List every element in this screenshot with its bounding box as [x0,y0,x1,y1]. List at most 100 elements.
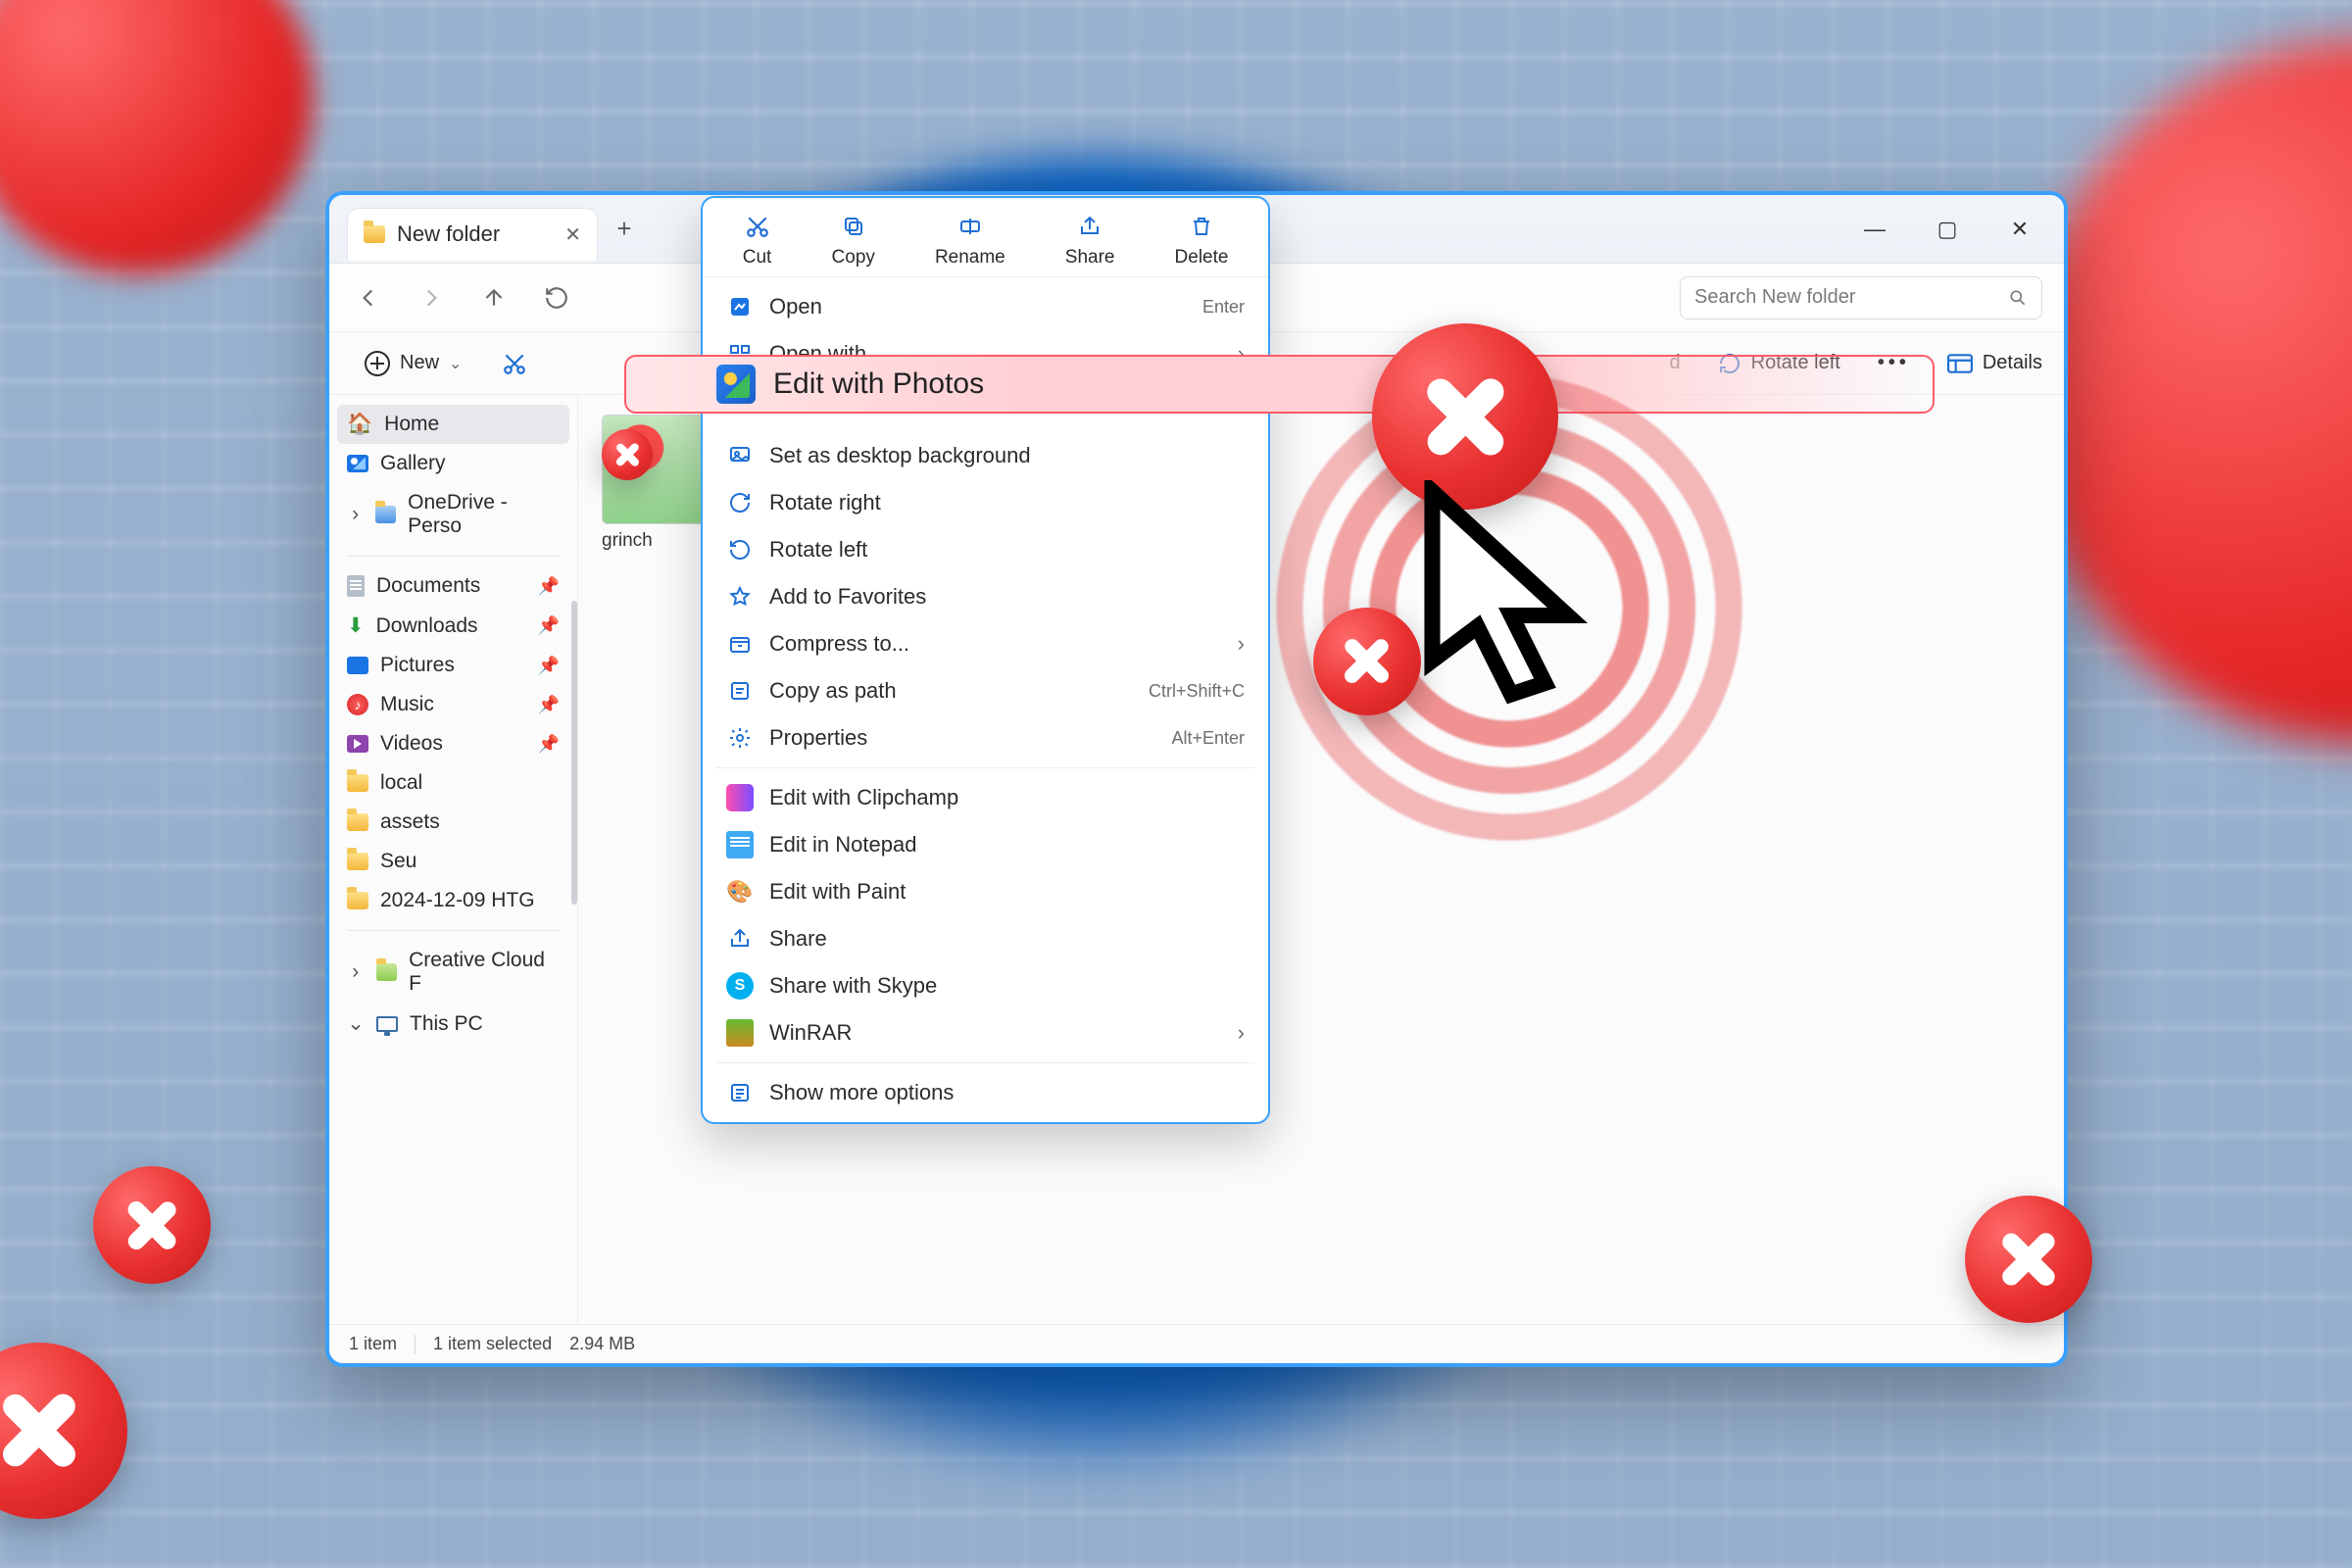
forward-button[interactable] [414,280,449,316]
ctx-rename-button[interactable]: Rename [935,212,1005,269]
archive-icon [726,630,754,658]
ctx-paint[interactable]: 🎨 Edit with Paint [703,868,1268,915]
ctx-winrar[interactable]: WinRAR › [703,1009,1268,1056]
tab-close-button[interactable]: ✕ [564,222,581,247]
ctx-compress[interactable]: Compress to... › [703,620,1268,667]
ctx-add-favorites[interactable]: Add to Favorites [703,573,1268,620]
pin-icon[interactable]: 📌 [538,576,560,597]
notepad-icon [726,831,754,858]
context-menu-quick-actions: Cut Copy Rename Share Delete [703,198,1268,277]
sidebar-item-label: Seu [380,850,416,873]
paint-icon: 🎨 [726,878,754,906]
details-view-button[interactable]: Details [1947,352,2042,374]
ctx-label: Copy [832,247,875,269]
details-label: Details [1983,352,2042,374]
pin-icon[interactable]: 📌 [538,615,560,636]
ctx-share2[interactable]: Share [703,915,1268,962]
window-tab[interactable]: New folder ✕ [347,208,598,261]
sidebar-item-pictures[interactable]: Pictures 📌 [329,646,577,685]
close-button[interactable]: ✕ [1984,200,2056,259]
ctx-item-label: Edit with Photos [773,368,984,401]
scissors-icon [743,212,772,241]
rotate-right-icon [726,489,754,516]
sidebar-item-documents[interactable]: Documents 📌 [329,566,577,606]
sidebar-item-gallery[interactable]: Gallery [329,444,577,483]
pin-icon[interactable]: 📌 [538,734,560,755]
ctx-item-label: Set as desktop background [769,443,1031,468]
ctx-open[interactable]: Open Enter [703,283,1268,330]
ctx-item-label: Properties [769,725,867,751]
sidebar-item-label: assets [380,810,440,834]
ctx-clipchamp[interactable]: Edit with Clipchamp [703,774,1268,821]
chevron-right-icon[interactable]: › [347,503,364,526]
chevron-right-icon[interactable]: › [347,960,365,984]
share-icon [726,925,754,953]
ctx-properties[interactable]: Properties Alt+Enter [703,714,1268,761]
ctx-notepad[interactable]: Edit in Notepad [703,821,1268,868]
up-button[interactable] [476,280,512,316]
sidebar-item-music[interactable]: ♪ Music 📌 [329,685,577,724]
cut-button[interactable] [497,346,532,381]
maximize-button[interactable]: ▢ [1911,200,1984,259]
back-button[interactable] [351,280,386,316]
sidebar-item-assets[interactable]: assets [329,803,577,842]
sidebar-divider [347,556,560,557]
ctx-item-label: Compress to... [769,631,909,657]
sidebar-item-label: Home [384,413,439,436]
home-icon: 🏠 [347,413,372,436]
desktop-background-icon [726,442,754,469]
sidebar-item-label: Gallery [380,452,446,475]
sidebar-item-this-pc[interactable]: ⌄ This PC [329,1004,577,1044]
new-label: New [400,352,439,374]
pin-icon[interactable]: 📌 [538,695,560,715]
sidebar-item-videos[interactable]: Videos 📌 [329,724,577,763]
new-tab-button[interactable]: + [608,213,641,246]
sidebar-divider [347,930,560,931]
sidebar-item-onedrive[interactable]: › OneDrive - Perso [329,483,577,546]
folder-icon [347,892,368,909]
ctx-delete-button[interactable]: Delete [1175,212,1229,269]
ctx-copy-button[interactable]: Copy [832,212,875,269]
error-badge-icon [602,429,653,480]
ctx-skype[interactable]: S Share with Skype [703,962,1268,1009]
folder-icon [347,853,368,870]
rotate-left-icon [726,536,754,564]
ctx-cut-button[interactable]: Cut [743,212,772,269]
pin-icon[interactable]: 📌 [538,656,560,676]
sidebar-item-dated-folder[interactable]: 2024-12-09 HTG [329,881,577,920]
new-button[interactable]: New ⌄ [351,345,475,382]
ctx-set-background[interactable]: Set as desktop background [703,432,1268,479]
ctx-item-label: Rotate right [769,490,881,515]
sidebar-item-home[interactable]: 🏠 Home [337,405,569,444]
pictures-icon [347,657,368,674]
ctx-item-label: Edit with Paint [769,879,906,905]
ctx-edit-with-photos[interactable]: Edit with Photos [624,355,1935,414]
sidebar-item-creative-cloud[interactable]: › Creative Cloud F [329,941,577,1004]
ctx-rotate-left[interactable]: Rotate left [703,526,1268,573]
chevron-down-icon[interactable]: ⌄ [347,1011,365,1036]
ctx-show-more[interactable]: Show more options [703,1069,1268,1116]
sidebar-item-local[interactable]: local [329,763,577,803]
ctx-shortcut: Alt+Enter [1171,728,1245,749]
ctx-copy-path[interactable]: Copy as path Ctrl+Shift+C [703,667,1268,714]
sidebar-item-label: OneDrive - Perso [408,491,560,538]
skype-icon: S [726,972,754,1000]
ctx-item-label: Add to Favorites [769,584,926,610]
sidebar-item-downloads[interactable]: ⬇ Downloads 📌 [329,606,577,646]
search-placeholder: Search New folder [1694,286,1856,309]
more-options-icon [726,1079,754,1106]
refresh-button[interactable] [539,280,574,316]
status-separator [415,1335,416,1354]
ctx-share-button[interactable]: Share [1065,212,1115,269]
ctx-rotate-right[interactable]: Rotate right [703,479,1268,526]
folder-icon [347,774,368,792]
sidebar-item-label: Music [380,693,434,716]
sidebar-item-label: This PC [410,1012,483,1036]
music-icon: ♪ [347,694,368,715]
ctx-label: Rename [935,247,1005,269]
minimize-button[interactable]: ― [1838,200,1911,259]
sidebar-item-seu[interactable]: Seu [329,842,577,881]
ctx-shortcut: Enter [1202,297,1245,318]
scrollbar-thumb[interactable] [571,601,577,905]
search-box[interactable]: Search New folder [1680,276,2042,319]
